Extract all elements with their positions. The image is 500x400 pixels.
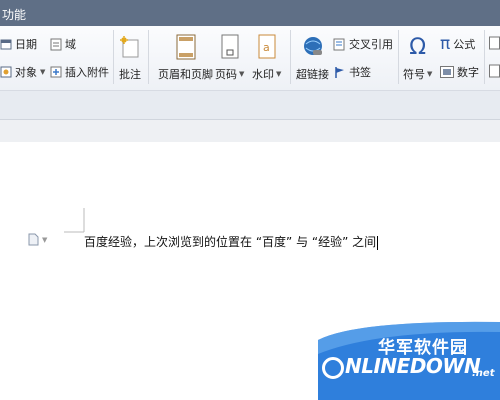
symbol-text: 符号 ▼ (403, 66, 432, 82)
watermark-label: 水印 (252, 68, 274, 81)
pi-icon: π (440, 34, 451, 54)
header-footer-label: 页眉和页脚 (158, 68, 213, 81)
bookmark-label: 书签 (349, 66, 371, 79)
chevron-down-icon: ▼ (276, 70, 282, 78)
calendar-icon (0, 38, 12, 50)
chevron-down-icon: ▼ (427, 70, 433, 78)
document-icon (28, 233, 39, 246)
window-title: 功能 (2, 8, 27, 22)
watermark-icon: a (256, 32, 278, 62)
more-tools-icon[interactable] (489, 64, 500, 78)
ribbon-separator (113, 30, 114, 84)
page-number-label: 页码 (215, 68, 237, 81)
object-button[interactable]: 对象 ▼ (0, 64, 45, 80)
chevron-down-icon: ▼ (40, 68, 46, 76)
date-label: 日期 (15, 38, 37, 51)
formula-button[interactable]: π 公式 (440, 34, 475, 54)
cross-reference-button[interactable]: 交叉引用 (333, 36, 393, 52)
omega-icon: Ω (409, 34, 427, 60)
field-label: 域 (65, 38, 76, 51)
svg-text:a: a (263, 41, 270, 54)
insert-attachment-label: 插入附件 (65, 66, 109, 79)
number-button[interactable]: 数字 (440, 64, 479, 80)
comment-icon (118, 32, 142, 62)
comment-button[interactable]: 批注 (118, 32, 142, 82)
title-bar: 功能 (0, 0, 500, 26)
number-icon (440, 66, 454, 78)
site-watermark-en: NLINEDOWN (322, 354, 481, 379)
site-watermark-en-text: NLINEDOWN (345, 354, 481, 378)
header-footer-button[interactable]: 页眉和页脚 (158, 32, 213, 82)
field-icon (50, 38, 62, 51)
ribbon-separator (484, 30, 485, 84)
header-footer-icon (175, 32, 197, 62)
watermark-text: 水印 ▼ (252, 66, 281, 82)
page-number-icon (219, 32, 241, 62)
symbol-button[interactable]: Ω 符号 ▼ (403, 32, 432, 82)
more-tools-icon[interactable] (489, 36, 500, 50)
document-text: 百度经验，上次浏览到的位置在 “百度” 与 “经验” 之间 (84, 235, 377, 249)
site-watermark-o-logo (322, 356, 344, 379)
paragraph-handle[interactable]: ▼ (28, 233, 47, 246)
document-paragraph[interactable]: 百度经验，上次浏览到的位置在 “百度” 与 “经验” 之间 (84, 233, 379, 250)
watermark-button[interactable]: a 水印 ▼ (252, 32, 281, 82)
field-button[interactable]: 域 (50, 36, 76, 52)
document-top-margin (0, 120, 500, 142)
symbol-label: 符号 (403, 68, 425, 81)
page-number-text: 页码 ▼ (215, 66, 244, 82)
cross-reference-icon (333, 38, 346, 51)
ribbon-separator (148, 30, 149, 84)
cross-reference-label: 交叉引用 (349, 38, 393, 51)
ribbon-bottom-strip (0, 91, 500, 120)
chevron-down-icon: ▼ (239, 70, 245, 78)
hyperlink-label: 超链接 (296, 68, 329, 81)
flag-icon (333, 66, 346, 79)
chevron-down-icon: ▼ (42, 235, 48, 244)
number-label: 数字 (457, 66, 479, 79)
attachment-icon (50, 66, 62, 78)
text-cursor (377, 235, 379, 250)
object-label: 对象 (15, 66, 37, 79)
formula-label: 公式 (453, 38, 476, 51)
site-watermark-net: .net (472, 368, 495, 379)
ribbon-separator (398, 30, 399, 84)
insert-attachment-button[interactable]: 插入附件 (50, 64, 109, 80)
ribbon-separator (290, 30, 291, 84)
comment-label: 批注 (119, 68, 141, 81)
bookmark-button[interactable]: 书签 (333, 64, 371, 80)
margin-corner-mark (64, 208, 85, 233)
object-icon (0, 66, 12, 78)
page-number-button[interactable]: 页码 ▼ (215, 32, 244, 82)
globe-icon (301, 32, 325, 62)
date-button[interactable]: 日期 (0, 36, 37, 52)
hyperlink-button[interactable]: 超链接 (296, 32, 329, 82)
